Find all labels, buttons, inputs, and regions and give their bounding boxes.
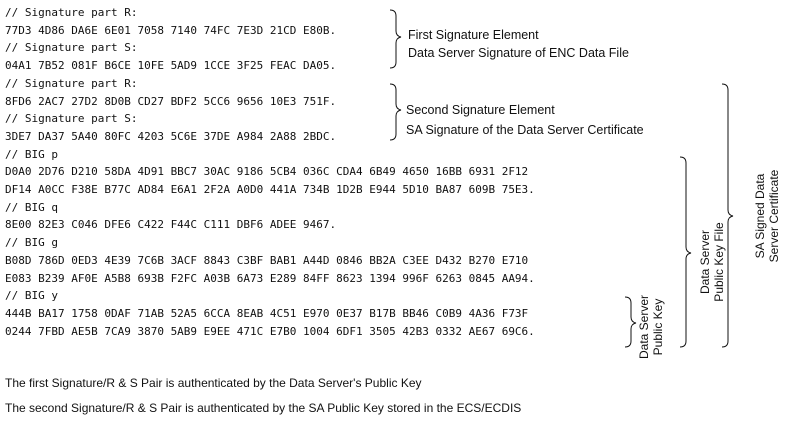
label-data-server-public-key: Data Server Public Key xyxy=(637,294,665,360)
label-data-server-public-key-file: Data Server Public Key File xyxy=(698,222,726,302)
label-sa-signed-certificate: SA Signed Data Server Certificate xyxy=(753,169,781,263)
bracket-certificate xyxy=(721,83,734,348)
bracket-public-key xyxy=(624,296,637,348)
diagram-canvas: // Signature part R: 77D3 4D86 DA6E 6E01 … xyxy=(0,0,793,425)
bracket-first-signature xyxy=(389,9,402,69)
footer-line-first: The first Signature/R & S Pair is authen… xyxy=(5,376,422,390)
bracket-public-key-file xyxy=(679,156,692,348)
footer-line-second: The second Signature/R & S Pair is authe… xyxy=(5,401,522,415)
bracket-lines xyxy=(389,9,734,348)
bracket-second-signature xyxy=(389,83,402,141)
